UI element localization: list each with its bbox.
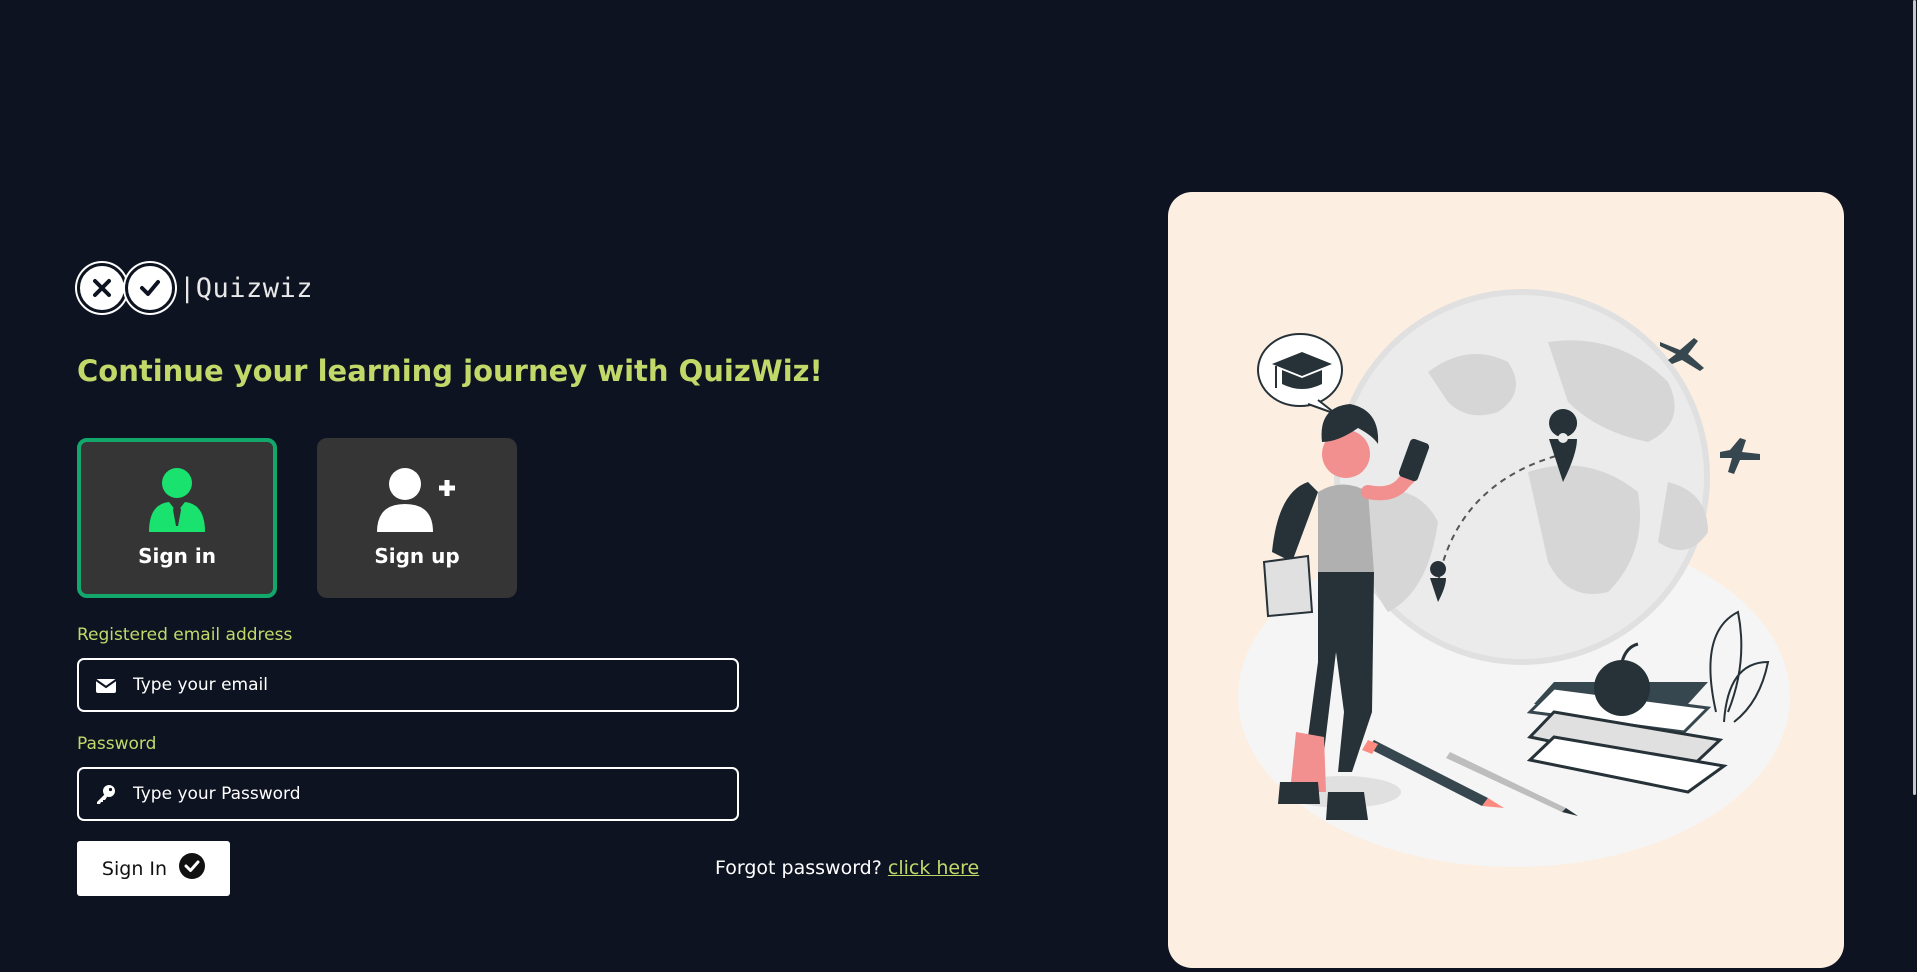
envelope-icon <box>95 674 117 696</box>
tab-sign-up-label: Sign up <box>374 544 460 568</box>
page-headline: Continue your learning journey with Quiz… <box>77 354 823 388</box>
key-icon <box>95 783 117 805</box>
password-field[interactable] <box>77 767 739 821</box>
illustration-panel <box>1168 192 1844 968</box>
logo-circles <box>77 263 175 313</box>
travel-learning-illustration <box>1238 289 1790 867</box>
sign-in-button-label: Sign In <box>101 857 168 880</box>
scrollbar-thumb[interactable] <box>1913 0 1916 795</box>
close-circle-icon <box>77 263 127 313</box>
brand-name: |Quizwiz <box>179 272 314 304</box>
email-input[interactable] <box>131 674 737 696</box>
forgot-password-link[interactable]: click here <box>888 857 979 879</box>
user-tie-icon <box>147 468 207 532</box>
tab-sign-in-label: Sign in <box>138 544 216 568</box>
tab-sign-up[interactable]: Sign up <box>317 438 517 598</box>
forgot-password-text: Forgot password? <box>715 857 882 879</box>
check-circle-icon <box>179 853 206 884</box>
sign-in-button[interactable]: Sign In <box>77 841 230 896</box>
tab-sign-in[interactable]: Sign in <box>77 438 277 598</box>
email-field[interactable] <box>77 658 739 712</box>
password-label: Password <box>77 734 157 754</box>
password-input[interactable] <box>131 783 737 805</box>
user-plus-icon <box>377 468 457 532</box>
forgot-password: Forgot password? click here <box>715 857 979 879</box>
check-circle-icon <box>125 263 175 313</box>
email-label: Registered email address <box>77 625 293 645</box>
app-logo: |Quizwiz <box>77 262 313 314</box>
page-scrollbar[interactable] <box>1911 0 1917 972</box>
